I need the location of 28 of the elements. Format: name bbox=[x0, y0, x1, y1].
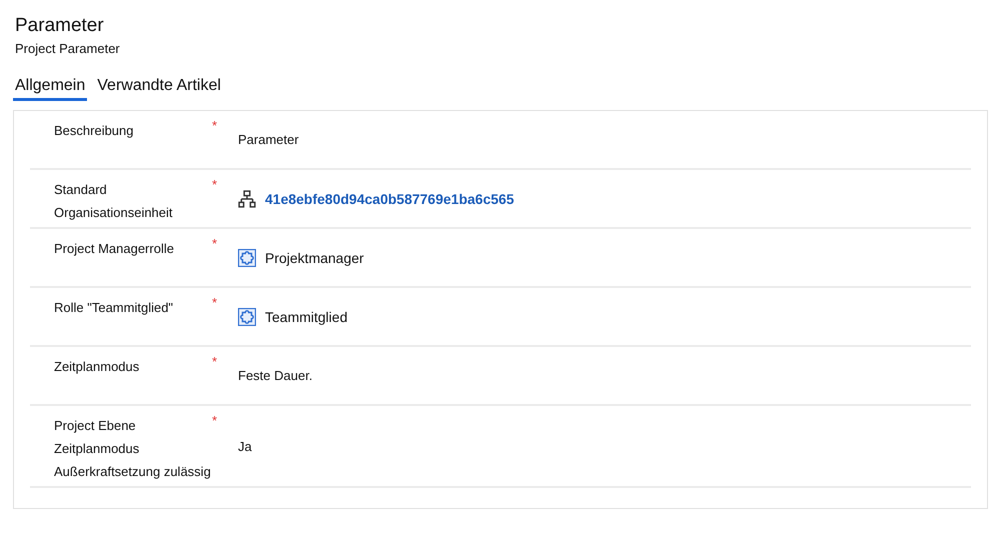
field-label: Project Managerrolle bbox=[54, 240, 175, 258]
required-mark: * bbox=[212, 177, 218, 192]
field-value: Feste Dauer. bbox=[238, 368, 312, 383]
field-value: Parameter bbox=[238, 132, 299, 147]
required-mark: * bbox=[212, 236, 218, 251]
field-label: Standard bbox=[54, 181, 108, 199]
required-mark: * bbox=[212, 295, 218, 310]
lookup-link[interactable]: Teammitglied bbox=[265, 308, 348, 324]
required-mark: * bbox=[212, 413, 218, 428]
field-label: Project Ebene bbox=[54, 417, 137, 435]
lookup-link[interactable]: 41e8ebfe80d94ca0b587769e1ba6c565 bbox=[265, 190, 514, 206]
field-label: Rolle "Teammitglied" bbox=[54, 299, 174, 317]
field-label: Beschreibung bbox=[54, 122, 134, 140]
required-mark: * bbox=[212, 118, 218, 133]
lookup-link[interactable]: Projektmanager bbox=[265, 250, 364, 266]
hierarchy-icon bbox=[238, 190, 256, 208]
field-label: Zeitplanmodus bbox=[54, 358, 140, 376]
puzzle-icon bbox=[238, 308, 256, 326]
tab[interactable]: Verwandte Artikel bbox=[95, 69, 223, 101]
page-subtitle: Project Parameter bbox=[15, 40, 121, 57]
field-label: Zeitplanmodus bbox=[54, 440, 140, 458]
field-label: Organisationseinheit bbox=[54, 204, 174, 222]
tab[interactable]: Allgemein bbox=[13, 69, 88, 101]
field-value: Ja bbox=[238, 438, 252, 454]
required-mark: * bbox=[212, 354, 218, 369]
page-title: Parameter bbox=[15, 14, 105, 38]
field-label: Außerkraftsetzung zulässig bbox=[54, 463, 212, 481]
puzzle-icon bbox=[238, 248, 256, 266]
